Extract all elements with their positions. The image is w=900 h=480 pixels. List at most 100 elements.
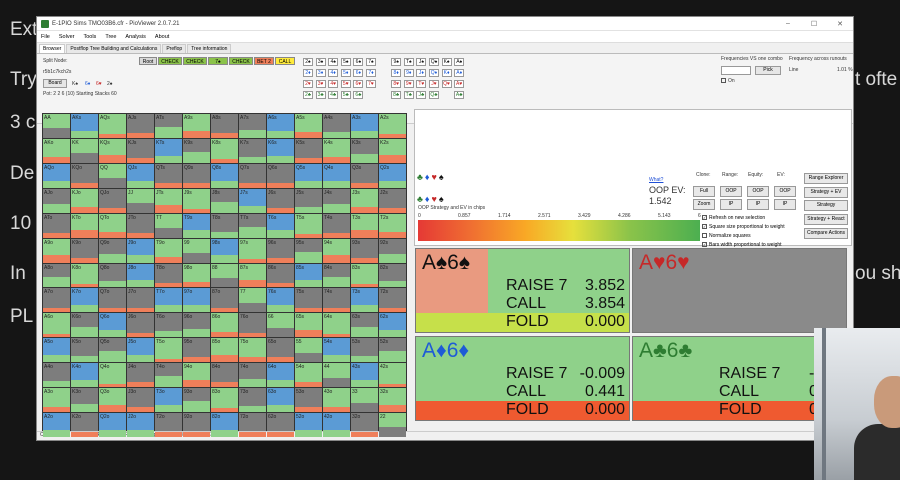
- on-checkbox[interactable]: On: [721, 78, 735, 84]
- equity-ip-button[interactable]: IP: [747, 199, 769, 210]
- hand-cell[interactable]: AKo: [43, 138, 70, 163]
- card-3-10[interactable]: Q♣: [429, 91, 439, 99]
- hand-cell[interactable]: K7s: [239, 138, 266, 163]
- hand-cell[interactable]: 97s: [239, 238, 266, 263]
- hand-cell[interactable]: 86o: [211, 313, 238, 338]
- hand-cell[interactable]: 93s: [351, 238, 378, 263]
- hand-cell[interactable]: Q9s: [183, 163, 210, 188]
- hand-cell[interactable]: 65o: [267, 338, 294, 363]
- hand-cell[interactable]: 75o: [239, 338, 266, 363]
- card-2-9[interactable]: T♥: [416, 80, 427, 88]
- combo-quadrant-2[interactable]: A♦6♦ RAISE 7 -0.009 CALL 0.441 FOLD 0.000: [415, 336, 630, 421]
- hand-cell[interactable]: T5o: [155, 338, 182, 363]
- card-1-4[interactable]: 6♦: [353, 69, 364, 77]
- range-oop-button[interactable]: OOP: [720, 186, 742, 197]
- hand-cell[interactable]: K8s: [211, 138, 238, 163]
- hand-cell[interactable]: Q4o: [99, 363, 126, 388]
- hand-cell[interactable]: 62s: [379, 313, 406, 338]
- hand-cell[interactable]: A4s: [323, 114, 350, 138]
- hand-cell[interactable]: J9s: [183, 188, 210, 213]
- hand-cell[interactable]: J8s: [211, 188, 238, 213]
- hand-cell[interactable]: 64o: [267, 363, 294, 388]
- hand-cell[interactable]: AQo: [43, 163, 70, 188]
- hand-cell[interactable]: K7o: [71, 288, 98, 313]
- hand-cell[interactable]: T9o: [155, 238, 182, 263]
- hand-cell[interactable]: 94s: [323, 238, 350, 263]
- card-0-2[interactable]: 4♠: [328, 58, 339, 66]
- hand-cell[interactable]: 53o: [295, 388, 322, 413]
- hand-cell[interactable]: Q3o: [99, 388, 126, 413]
- hand-cell[interactable]: J5o: [127, 338, 154, 363]
- hand-cell[interactable]: Q9o: [99, 238, 126, 263]
- hand-cell[interactable]: K5o: [71, 338, 98, 363]
- hand-cell[interactable]: 87s: [239, 263, 266, 288]
- hand-cell[interactable]: QJs: [127, 163, 154, 188]
- card-3-1[interactable]: 3♣: [315, 91, 326, 99]
- hand-cell[interactable]: Q5s: [295, 163, 322, 188]
- card-2-11[interactable]: Q♥: [441, 80, 452, 88]
- hand-cell[interactable]: 43o: [323, 388, 350, 413]
- card-0-10[interactable]: Q♠: [429, 58, 439, 66]
- hand-cell[interactable]: K4o: [71, 363, 98, 388]
- hand-cell[interactable]: JJ: [127, 188, 154, 213]
- hand-cell[interactable]: 87o: [211, 288, 238, 313]
- hand-cell[interactable]: 92s: [379, 238, 406, 263]
- hand-cell[interactable]: T7o: [155, 288, 182, 313]
- card-2-1[interactable]: 3♥: [315, 80, 326, 88]
- hand-cell[interactable]: J9o: [127, 238, 154, 263]
- card-1-11[interactable]: K♦: [441, 69, 452, 77]
- card-2-10[interactable]: J♥: [429, 80, 439, 88]
- square-size-checkbox[interactable]: ✓ Square size proportional to weight: [702, 224, 785, 230]
- hand-cell[interactable]: ATo: [43, 213, 70, 238]
- card-2-4[interactable]: 6♥: [353, 80, 364, 88]
- hand-cell[interactable]: 54o: [295, 363, 322, 388]
- hand-cell[interactable]: Q7o: [99, 288, 126, 313]
- hand-cell[interactable]: Q2s: [379, 163, 406, 188]
- range-ip-button[interactable]: IP: [720, 199, 742, 210]
- hand-cell[interactable]: 85s: [295, 263, 322, 288]
- hand-cell[interactable]: J8o: [127, 263, 154, 288]
- hand-cell[interactable]: Q4s: [323, 163, 350, 188]
- tab-browser[interactable]: Browser: [39, 44, 66, 53]
- hand-cell[interactable]: 96o: [183, 313, 210, 338]
- hand-cell[interactable]: AJs: [127, 114, 154, 138]
- hand-cell[interactable]: QJo: [99, 188, 126, 213]
- hand-cell[interactable]: KTs: [155, 138, 182, 163]
- tab-postflop[interactable]: Postflop Tree Building and Calculations: [66, 44, 162, 53]
- hand-cell[interactable]: T3o: [155, 388, 182, 413]
- hand-cell[interactable]: A6s: [267, 114, 294, 138]
- hand-cell[interactable]: 33: [351, 388, 378, 413]
- hand-cell[interactable]: 73s: [351, 288, 378, 313]
- hand-cell[interactable]: J4s: [323, 188, 350, 213]
- card-1-8[interactable]: 9♦: [403, 69, 414, 77]
- card-0-9[interactable]: J♠: [416, 58, 427, 66]
- hand-cell[interactable]: 98s: [211, 238, 238, 263]
- hand-cell[interactable]: Q5o: [99, 338, 126, 363]
- refresh-checkbox[interactable]: ✓ Refresh on new selection: [702, 215, 765, 221]
- action-node-0[interactable]: Root: [139, 57, 157, 65]
- hand-cell[interactable]: AQs: [99, 114, 126, 138]
- strategy-button[interactable]: Strategy: [804, 200, 848, 211]
- hand-cell[interactable]: 76s: [267, 288, 294, 313]
- hand-cell[interactable]: 42s: [379, 363, 406, 388]
- hand-cell[interactable]: QTo: [99, 213, 126, 238]
- card-0-12[interactable]: A♠: [454, 58, 465, 66]
- hand-cell[interactable]: KJs: [127, 138, 154, 163]
- hand-cell[interactable]: A8o: [43, 263, 70, 288]
- hand-cell[interactable]: KK: [71, 138, 98, 163]
- hand-cell[interactable]: KQo: [71, 163, 98, 188]
- hand-cell[interactable]: Q6o: [99, 313, 126, 338]
- hand-cell[interactable]: TT: [155, 213, 182, 238]
- hand-cell[interactable]: 95o: [183, 338, 210, 363]
- card-1-2[interactable]: 4♦: [328, 69, 339, 77]
- hand-cell[interactable]: 84s: [323, 263, 350, 288]
- hand-cell[interactable]: A7s: [239, 114, 266, 138]
- normalize-checkbox[interactable]: Normalize squares: [702, 233, 751, 239]
- card-2-12[interactable]: A♥: [454, 80, 465, 88]
- card-1-5[interactable]: 7♦: [366, 69, 376, 77]
- hand-cell[interactable]: J3o: [127, 388, 154, 413]
- action-node-2[interactable]: CHECK: [183, 57, 207, 65]
- hand-cell[interactable]: J2o: [127, 413, 154, 437]
- hand-cell[interactable]: J7o: [127, 288, 154, 313]
- suit-filter-row-1[interactable]: ♣♦♥♠: [417, 172, 446, 182]
